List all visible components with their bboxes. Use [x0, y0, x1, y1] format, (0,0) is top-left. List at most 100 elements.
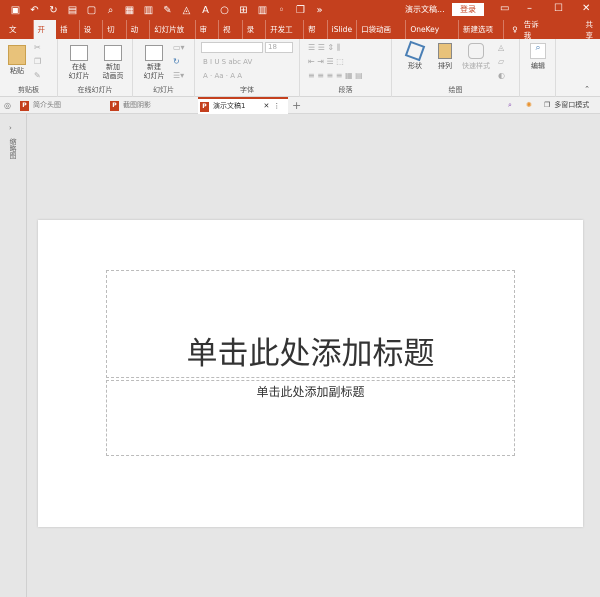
reset-icon[interactable]: ↻: [173, 57, 180, 66]
close-tab-icon[interactable]: ✕: [263, 98, 269, 115]
font-color-icon[interactable]: A: [200, 5, 211, 16]
tab-new[interactable]: 新建选项卡: [459, 20, 505, 53]
tab-record[interactable]: 录制: [243, 20, 267, 53]
login-button[interactable]: 登录: [452, 3, 484, 16]
title-placeholder[interactable]: 单击此处添加标题: [106, 270, 515, 378]
tab-animations[interactable]: 动画: [127, 20, 151, 53]
minimize-icon[interactable]: –: [527, 3, 532, 14]
lock-icon[interactable]: ◦: [276, 5, 287, 16]
powerpoint-icon: P: [110, 100, 119, 111]
save-icon[interactable]: ▣: [10, 5, 21, 16]
shape-fill-icon[interactable]: ◬: [498, 43, 504, 52]
settings-icon[interactable]: ✺: [526, 97, 532, 114]
copy-icon[interactable]: ❐: [34, 57, 41, 66]
tab-pocket-animation[interactable]: 口袋动画 PA: [357, 20, 407, 53]
tab-help[interactable]: 帮助: [304, 20, 328, 53]
shapes-button[interactable]: 形状: [402, 40, 428, 71]
indent-icon[interactable]: ⇤ ⇥ ☰ ⬚: [308, 57, 344, 66]
expand-icon[interactable]: ›: [9, 124, 12, 132]
font-format-buttons[interactable]: B I U S abc AV: [203, 58, 252, 66]
align-icon[interactable]: ▥: [143, 5, 154, 16]
present-icon[interactable]: ▤: [67, 5, 78, 16]
paste-icon: [8, 45, 26, 65]
lightbulb-icon: ♀: [512, 25, 518, 34]
new-tab-icon[interactable]: +: [292, 97, 301, 114]
layout-icon[interactable]: ▭▾: [173, 43, 185, 52]
font-size-buttons[interactable]: A · Aa · A A: [203, 72, 242, 80]
document-tab-active[interactable]: P 演示文稿1 ✕ ⋮: [198, 97, 288, 114]
tab-slideshow[interactable]: 幻灯片放映: [150, 20, 196, 53]
shapes-icon: [404, 40, 426, 62]
editing-button[interactable]: ⌕ 编辑: [526, 43, 550, 71]
new-slide-icon: [145, 45, 163, 61]
title-bar: ▣ ↶ ↻ ▤ ▢ ⌕ ▦ ▥ ✎ ◬ A ○ ⊞ ▥ ◦ ❐ » 演示文稿..…: [0, 0, 600, 20]
pen-icon[interactable]: ✎: [162, 5, 173, 16]
new-animation-page-button[interactable]: 新加 动画页: [96, 45, 130, 81]
tab-design[interactable]: 设计: [80, 20, 104, 53]
tab-onekey[interactable]: OneKey Lite: [406, 20, 459, 53]
subtitle-placeholder[interactable]: 单击此处添加副标题: [106, 380, 515, 456]
font-name-select[interactable]: [201, 42, 263, 53]
group-font: 18 B I U S abc AV A · Aa · A A 字体: [195, 39, 300, 97]
section-icon[interactable]: ☰▾: [173, 71, 184, 80]
tab-transitions[interactable]: 切换: [103, 20, 127, 53]
undo-icon[interactable]: ↶: [29, 5, 40, 16]
circle-icon[interactable]: ○: [219, 5, 230, 16]
arrange-icon: [438, 43, 452, 59]
quick-access-toolbar: ▣ ↶ ↻ ▤ ▢ ⌕ ▦ ▥ ✎ ◬ A ○ ⊞ ▥ ◦ ❐ »: [0, 5, 325, 16]
tab-view[interactable]: 视图: [219, 20, 243, 53]
slide-canvas: 单击此处添加标题 单击此处添加副标题: [38, 220, 583, 527]
powerpoint-icon: P: [20, 100, 29, 111]
table-icon[interactable]: ▦: [124, 5, 135, 16]
collapse-ribbon-icon[interactable]: ⌃: [584, 85, 590, 93]
group-drawing: 形状 排列 快速样式 ◬ ▱ ◐ 绘图: [392, 39, 520, 97]
copy-icon[interactable]: ❐: [295, 5, 306, 16]
shape-effects-icon[interactable]: ◐: [498, 71, 505, 80]
close-icon[interactable]: ✕: [582, 3, 590, 14]
preview-icon[interactable]: ⌕: [105, 5, 116, 16]
powerpoint-icon: P: [200, 101, 209, 112]
cut-icon[interactable]: ✂: [34, 43, 41, 52]
thumbnail-panel: › 缩略图: [0, 114, 27, 597]
online-slide-button[interactable]: 在线 幻灯片: [62, 45, 96, 81]
document-tab[interactable]: P 简介头图: [20, 97, 108, 114]
animation-page-icon: [104, 45, 122, 61]
share-button[interactable]: 共享: [586, 19, 600, 41]
quick-styles-button[interactable]: 快速样式: [458, 43, 494, 71]
tab-developer[interactable]: 开发工具: [266, 20, 305, 53]
tab-insert[interactable]: 插入: [56, 20, 80, 53]
fill-icon[interactable]: ◬: [181, 5, 192, 16]
tab-review[interactable]: 审阅: [196, 20, 220, 53]
tab-list-icon[interactable]: ◎: [4, 97, 11, 114]
chart-icon[interactable]: ▥: [257, 5, 268, 16]
thumbnail-label[interactable]: 缩略图: [8, 138, 18, 159]
redo-icon[interactable]: ↻: [48, 5, 59, 16]
maximize-icon[interactable]: ☐: [554, 3, 563, 14]
font-size-select[interactable]: 18: [265, 42, 293, 53]
group-slides: 新建 幻灯片 ▭▾ ↻ ☰▾ 幻灯片: [133, 39, 195, 97]
new-icon[interactable]: ▢: [86, 5, 97, 16]
document-tab[interactable]: P 截图阴影: [110, 97, 198, 114]
tell-me[interactable]: 告诉我: [524, 19, 546, 41]
tab-file[interactable]: 文件: [0, 20, 34, 53]
quick-styles-icon: [468, 43, 484, 59]
ribbon-tabs: 文件 开始 插入 设计 切换 动画 幻灯片放映 审阅 视图 录制 开发工具 帮助…: [0, 19, 600, 53]
format-painter-icon[interactable]: ✎: [34, 71, 41, 80]
paste-button[interactable]: 粘贴: [6, 45, 28, 76]
multi-window-button[interactable]: ❐ 多窗口模式: [544, 97, 589, 114]
tab-home[interactable]: 开始: [33, 20, 57, 53]
new-slide-button[interactable]: 新建 幻灯片: [137, 45, 171, 81]
grid-icon[interactable]: ⊞: [238, 5, 249, 16]
bullets-icon[interactable]: ☰ ☰ ⇕ ⫼: [308, 43, 340, 53]
group-clipboard: 粘贴 ✂ ❐ ✎ 剪贴板: [0, 39, 58, 97]
ribbon-display-icon[interactable]: ▭: [500, 3, 509, 14]
ribbon: 粘贴 ✂ ❐ ✎ 剪贴板 在线 幻灯片 新加 动画页 在线幻灯片 新建 幻灯片 …: [0, 39, 600, 97]
arrange-button[interactable]: 排列: [432, 43, 458, 71]
search-icon[interactable]: ⌕: [508, 97, 512, 114]
tab-menu-icon[interactable]: ⋮: [273, 98, 280, 115]
align-icon[interactable]: ≡ ≡ ≡ ≡ ▦ ▤: [308, 71, 363, 80]
document-tabs: ◎ P 简介头图 P 截图阴影 P 演示文稿1 ✕ ⋮ + ⌕ ✺ ❐ 多窗口模式: [0, 97, 600, 114]
tab-islide[interactable]: iSlide: [328, 20, 358, 39]
more-icon[interactable]: »: [314, 5, 325, 16]
shape-outline-icon[interactable]: ▱: [498, 57, 504, 66]
